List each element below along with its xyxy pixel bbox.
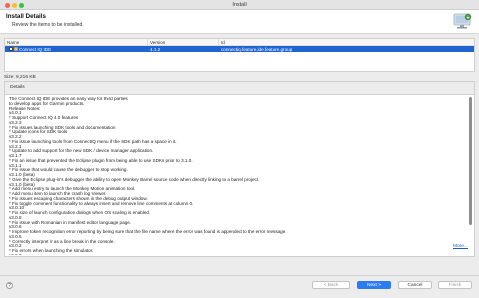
next-button[interactable]: Next > bbox=[357, 281, 391, 289]
column-header-id[interactable]: Id bbox=[221, 40, 225, 45]
column-divider[interactable] bbox=[147, 39, 148, 46]
install-dialog: Install Install Details Review the items… bbox=[0, 0, 479, 298]
page-title: Install Details bbox=[6, 13, 46, 20]
item-name: Connect IQ IDE bbox=[19, 46, 52, 52]
item-id: connectiq.feature.ide.feature.group bbox=[221, 46, 293, 52]
title-bar: Install bbox=[0, 0, 479, 10]
footer-divider bbox=[0, 275, 479, 276]
window-title: Install bbox=[232, 2, 247, 8]
help-button[interactable]: ? bbox=[6, 282, 13, 289]
install-computer-icon bbox=[453, 13, 472, 29]
items-table: Name Version Id Connect IQ IDE 4.1.2 con… bbox=[4, 38, 475, 72]
table-row[interactable]: Connect IQ IDE 4.1.2 connectiq.feature.i… bbox=[5, 46, 474, 52]
wizard-header: Install Details Review the items to be i… bbox=[0, 10, 479, 34]
page-subtitle: Review the items to be installed. bbox=[12, 22, 84, 28]
details-label: Details bbox=[10, 85, 25, 90]
finish-button[interactable]: Finish bbox=[438, 281, 472, 289]
column-header-version[interactable]: Version bbox=[150, 40, 165, 45]
details-text: The Connect IQ IDE provides an easy way … bbox=[9, 97, 464, 255]
more-link[interactable]: More... bbox=[453, 244, 468, 249]
details-scrollbar[interactable] bbox=[468, 97, 473, 237]
details-group: Details The Connect IQ IDE provides an e… bbox=[4, 81, 475, 257]
back-button[interactable]: < Back bbox=[312, 281, 350, 289]
column-divider[interactable] bbox=[218, 39, 219, 46]
feature-package-icon bbox=[14, 47, 18, 51]
table-header: Name Version Id bbox=[5, 39, 474, 46]
cancel-button[interactable]: Cancel bbox=[398, 281, 432, 289]
scrollbar-thumb[interactable] bbox=[469, 97, 472, 225]
item-version: 4.1.2 bbox=[150, 46, 161, 52]
details-line: v3.0.0 bbox=[9, 253, 464, 255]
install-size: Size: 9,216 KB bbox=[4, 75, 36, 80]
details-text-area[interactable]: The Connect IQ IDE provides an easy way … bbox=[5, 94, 474, 256]
column-header-name[interactable]: Name bbox=[7, 40, 19, 45]
item-checkbox[interactable] bbox=[9, 47, 13, 51]
